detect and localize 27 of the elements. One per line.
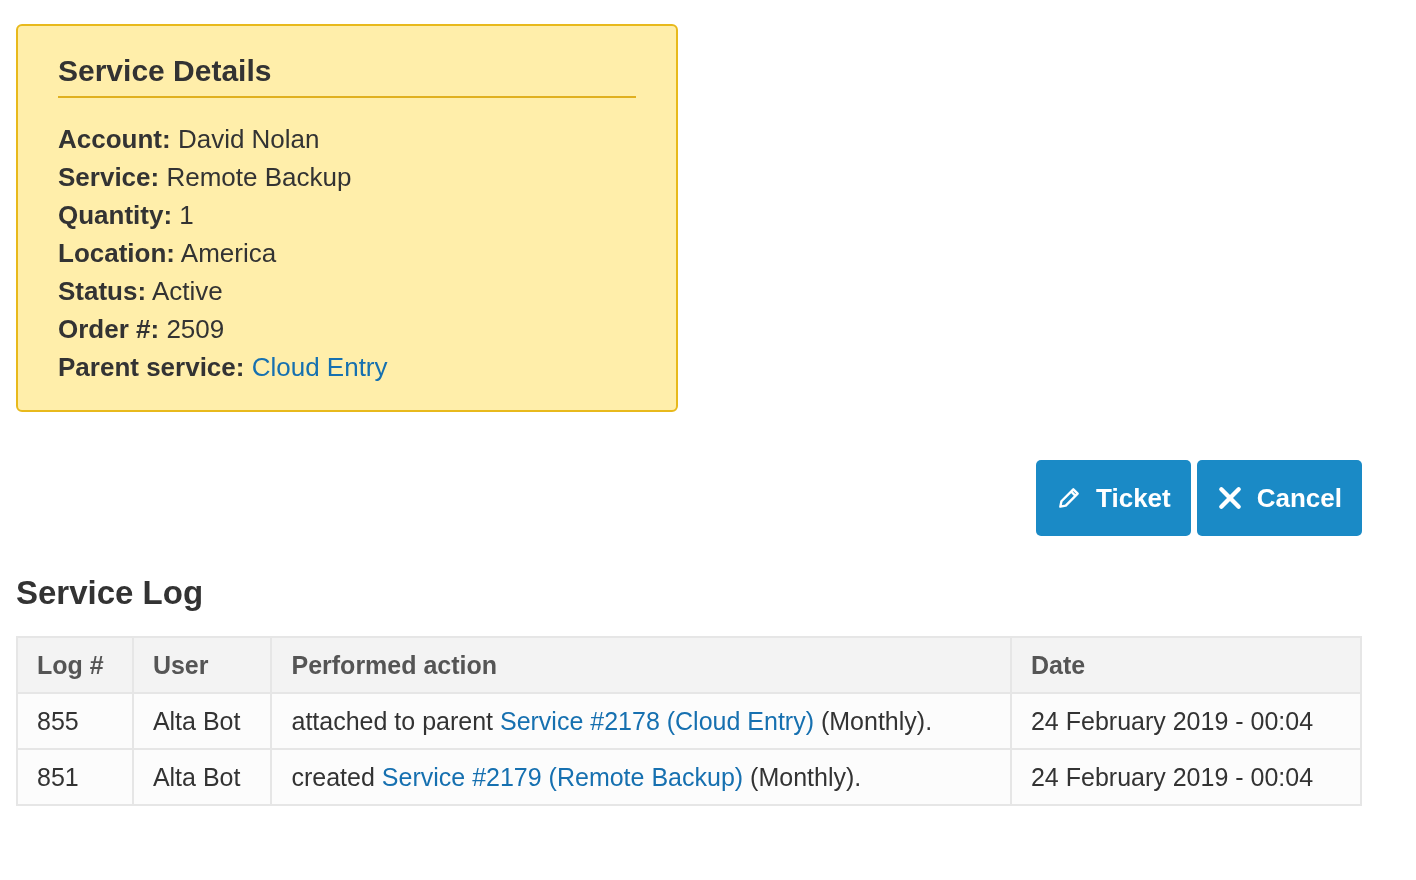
cancel-button[interactable]: Cancel bbox=[1196, 460, 1362, 536]
card-title: Service Details bbox=[58, 54, 636, 98]
table-cell: 851 bbox=[17, 749, 133, 805]
table-cell: 855 bbox=[17, 693, 133, 749]
detail-row-text: Status: Active bbox=[58, 275, 224, 308]
parent-service-link[interactable]: Cloud Entry bbox=[251, 352, 388, 382]
column-header: Log # bbox=[17, 637, 133, 693]
table-cell: Alta Bot bbox=[132, 693, 272, 749]
detail-row-text: Location: America bbox=[58, 237, 278, 270]
column-header: Performed action bbox=[271, 637, 1011, 693]
section-title: Service Log bbox=[16, 574, 205, 612]
close-icon bbox=[1216, 485, 1243, 511]
table-cell: created Service #2179 (Remote Backup) (Monthly). bbox=[271, 749, 1011, 805]
table-cell: 24 February 2019 - 00:04 bbox=[1010, 749, 1361, 805]
detail-row-text: Service: Remote Backup bbox=[58, 161, 353, 194]
detail-row-text: Quantity: 1 bbox=[58, 199, 195, 232]
detail-row-text: Order #: 2509 bbox=[58, 313, 226, 346]
column-header: User bbox=[132, 637, 272, 693]
table-cell: attached to parent Service #2178 (Cloud Entry) (Monthly). bbox=[271, 693, 1011, 749]
service-link[interactable]: Service #2178 (Cloud Entry) bbox=[499, 706, 814, 735]
table-cell: 24 February 2019 - 00:04 bbox=[1010, 693, 1361, 749]
service-link[interactable]: Service #2179 (Remote Backup) bbox=[381, 762, 744, 791]
detail-row-text: Parent service: Cloud Entry bbox=[58, 351, 389, 384]
table-cell: Alta Bot bbox=[132, 749, 272, 805]
ticket-button[interactable]: Ticket bbox=[1036, 460, 1191, 536]
detail-row-text: Account: David Nolan bbox=[58, 123, 321, 156]
column-header: Date bbox=[1010, 637, 1361, 693]
